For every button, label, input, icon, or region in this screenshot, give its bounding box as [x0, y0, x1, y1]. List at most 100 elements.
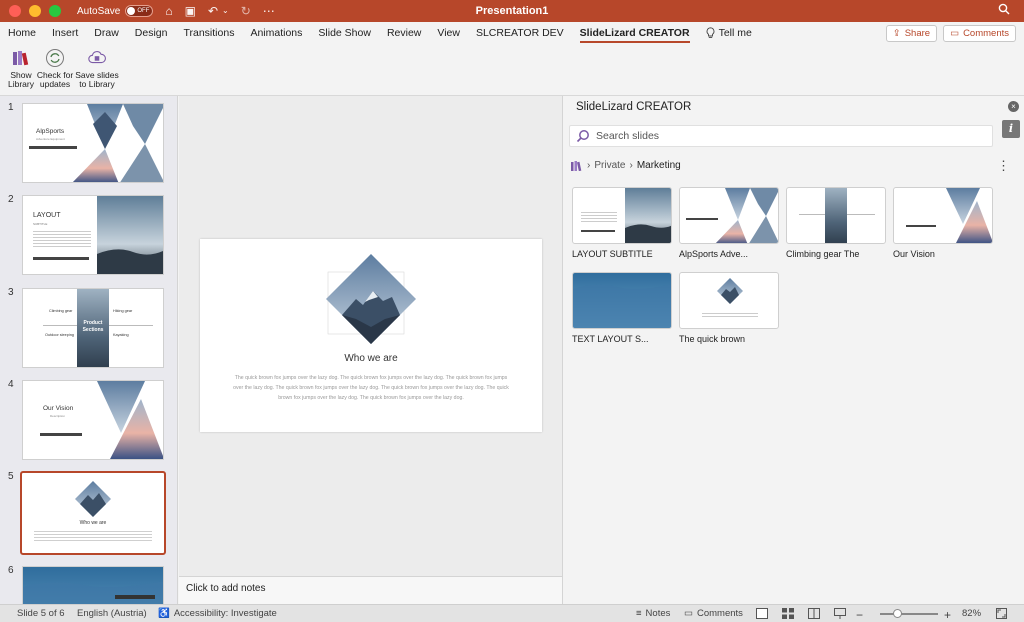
fit-to-window-icon[interactable]	[996, 608, 1007, 619]
slide-heading[interactable]: Who we are	[200, 353, 542, 364]
redo-icon[interactable]: ↻	[241, 4, 251, 18]
maximize-window-button[interactable]	[49, 5, 61, 17]
mountain-image	[946, 188, 992, 243]
share-label: Share	[904, 28, 931, 39]
card-thumbnail	[786, 187, 886, 244]
tab-draw[interactable]: Draw	[86, 22, 127, 44]
comments-toggle[interactable]: ▭ Comments	[684, 608, 743, 619]
search-input[interactable]	[596, 130, 976, 142]
save-icon[interactable]: ▣	[185, 4, 196, 18]
more-icon[interactable]: ⋯	[263, 4, 275, 18]
save-slides-button[interactable]: Save slides to Library	[72, 48, 122, 89]
thumb-text-lines	[33, 229, 91, 249]
library-icon[interactable]	[571, 160, 583, 171]
zoom-out-icon[interactable]: −	[856, 608, 863, 622]
slide-number: 6	[8, 565, 14, 576]
tab-insert[interactable]: Insert	[44, 22, 86, 44]
tab-animations[interactable]: Animations	[242, 22, 310, 44]
minimize-window-button[interactable]	[29, 5, 41, 17]
blue-mountains-image	[23, 567, 163, 604]
library-card[interactable]: LAYOUT SUBTITLE	[572, 187, 672, 259]
current-slide[interactable]: Who we are The quick brown fox jumps ove…	[200, 239, 542, 432]
zoom-slider-track[interactable]	[880, 613, 938, 615]
card-thumbnail	[572, 272, 672, 329]
slide-show-view-icon[interactable]	[834, 608, 846, 619]
library-card[interactable]: Our Vision	[893, 187, 993, 259]
thumb-text: Outdoor sleeping	[45, 333, 74, 337]
window-title: Presentation1	[475, 5, 549, 17]
library-card[interactable]: TEXT LAYOUT S...	[572, 272, 672, 344]
library-card[interactable]: Climbing gear The	[786, 187, 886, 259]
comment-icon: ▭	[950, 28, 960, 39]
card-thumbnail	[679, 187, 779, 244]
undo-icon[interactable]: ↶	[208, 4, 218, 18]
slide-number: 1	[8, 102, 14, 113]
library-icon	[11, 48, 31, 68]
slide-body-text[interactable]: The quick brown fox jumps over the lazy …	[232, 373, 510, 403]
zoom-level[interactable]: 82%	[962, 608, 981, 619]
slide-thumbnails-pane[interactable]: 1 AlpSports Adventure Equipment 2 LAYOUT…	[0, 96, 178, 604]
tab-slcreator-dev[interactable]: SLCREATOR DEV	[468, 22, 572, 44]
accessibility-status[interactable]: ♿ Accessibility: Investigate	[158, 608, 277, 619]
library-card[interactable]: AlpSports Adve...	[679, 187, 779, 259]
tab-transitions[interactable]: Transitions	[175, 22, 242, 44]
more-options-icon[interactable]: ⋮	[997, 158, 1010, 174]
home-icon[interactable]: ⌂	[165, 4, 172, 18]
card-text	[581, 202, 586, 203]
card-label: Climbing gear The	[786, 249, 860, 259]
breadcrumb-marketing[interactable]: Marketing	[637, 160, 681, 171]
reading-view-icon[interactable]	[808, 608, 820, 619]
thumb-title: Who we are	[79, 520, 107, 526]
slide-canvas-area[interactable]: Who we are The quick brown fox jumps ove…	[179, 96, 562, 576]
accessibility-label: Accessibility: Investigate	[173, 608, 277, 619]
tab-design[interactable]: Design	[127, 22, 176, 44]
tab-slidelizard-creator[interactable]: SlideLizard CREATOR	[572, 22, 698, 44]
close-window-button[interactable]	[9, 5, 21, 17]
slide-thumbnail-2[interactable]: LAYOUT SUBTITLE	[22, 195, 164, 275]
card-thumbnail	[679, 272, 779, 329]
zoom-slider-handle[interactable]	[893, 609, 902, 618]
zoom-in-icon[interactable]: +	[944, 608, 951, 622]
info-icon[interactable]: i	[1002, 120, 1020, 138]
slide-thumbnail-6[interactable]	[22, 566, 164, 604]
thumb-subtitle: SUBTITLE	[33, 222, 48, 226]
slide-thumbnail-4[interactable]: Our Vision Description	[22, 380, 164, 460]
share-icon: ⇪	[892, 28, 901, 39]
autosave-toggle[interactable]: OFF	[125, 5, 154, 17]
mountain-image	[715, 188, 778, 243]
chevron-right-icon: ›	[629, 160, 633, 171]
notes-pane[interactable]: Click to add notes	[179, 576, 562, 604]
diamond-mountain-image[interactable]	[200, 239, 542, 432]
notes-label: Notes	[645, 608, 671, 619]
slide-thumbnail-5[interactable]: Who we are	[20, 471, 166, 555]
slidelizard-panel: SlideLizard CREATOR × i › Private › Mark…	[562, 96, 1024, 604]
slide-number: 4	[8, 379, 14, 390]
mountain-image	[97, 381, 163, 459]
normal-view-icon[interactable]	[756, 608, 768, 619]
comments-button[interactable]: ▭ Comments	[943, 25, 1016, 42]
tab-slide-show[interactable]: Slide Show	[310, 22, 379, 44]
cloud-landscape-image	[625, 188, 671, 243]
slide-sorter-icon[interactable]	[782, 608, 794, 619]
card-label: The quick brown	[679, 334, 746, 344]
comments-status-label: Comments	[696, 608, 743, 619]
slide-counter: Slide 5 of 6	[17, 608, 65, 619]
chevron-down-icon[interactable]: ⌄	[222, 4, 229, 18]
share-button[interactable]: ⇪ Share	[885, 25, 938, 42]
slide-thumbnail-3[interactable]: Climbing gear Outdoor sleeping Hiking ge…	[22, 288, 164, 368]
quick-access-toolbar: ⌂ ▣ ↶ ⌄ ↻ ⋯	[165, 4, 274, 18]
accessibility-icon: ♿	[158, 608, 170, 619]
tab-view[interactable]: View	[429, 22, 468, 44]
breadcrumb-private[interactable]: Private	[594, 160, 625, 171]
library-card[interactable]: The quick brown	[679, 272, 779, 344]
language-status[interactable]: English (Austria)	[77, 608, 147, 619]
tab-review[interactable]: Review	[379, 22, 429, 44]
tab-home[interactable]: Home	[0, 22, 44, 44]
close-icon[interactable]: ×	[1008, 101, 1019, 112]
slide-thumbnail-1[interactable]: AlpSports Adventure Equipment	[22, 103, 164, 183]
search-icon[interactable]	[998, 3, 1010, 18]
notes-toggle[interactable]: ≡ Notes	[636, 608, 670, 619]
notes-icon: ≡	[636, 608, 642, 619]
tell-me[interactable]: Tell me	[698, 27, 752, 39]
comment-icon: ▭	[684, 608, 693, 619]
